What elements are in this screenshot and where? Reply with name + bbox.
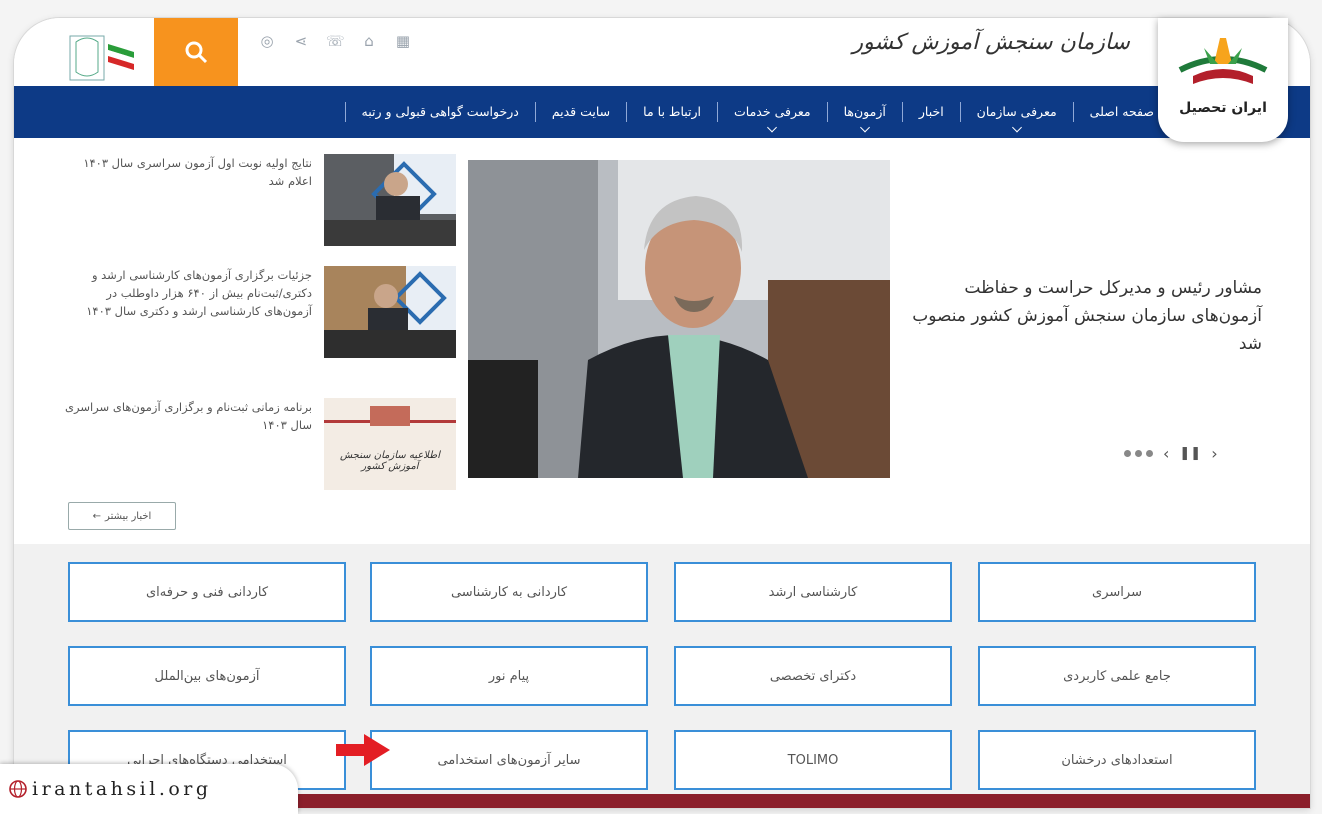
home-icon[interactable]: ⌂ (360, 32, 378, 50)
tile-talented[interactable]: استعدادهای درخشان (978, 730, 1256, 790)
chevron-left-icon[interactable]: ‹ (1163, 444, 1169, 463)
tile-associate-to-bachelor[interactable]: کاردانی به کارشناسی (370, 562, 648, 622)
arrow-left-icon: ← (92, 510, 102, 522)
tile-payame-noor[interactable]: پیام نور (370, 646, 648, 706)
tile-international[interactable]: آزمون‌های بین‌الملل (68, 646, 346, 706)
tile-sarasari[interactable]: سراسری (978, 562, 1256, 622)
phone-icon[interactable]: ☏ (326, 32, 345, 50)
tile-technical-associate[interactable]: کاردانی فنی و حرفه‌ای (68, 562, 346, 622)
hero-headline[interactable]: مشاور رئیس و مدیرکل حراست و حفاظت آزمون‌… (894, 274, 1262, 358)
news-thumb-caption: اطلاعیه سازمان سنجش آموزش کشور (339, 450, 440, 472)
globe-icon (9, 780, 27, 798)
news-item-text[interactable]: جزئیات برگزاری آزمون‌های کارشناسی ارشد و… (64, 266, 312, 320)
tile-phd[interactable]: دکترای تخصصی (674, 646, 952, 706)
pause-icon[interactable]: ❚❚ (1179, 446, 1201, 461)
watermark-text: irantahsil.org (32, 778, 212, 800)
globe-icon[interactable]: ◎ (258, 32, 276, 50)
news-item-text[interactable]: نتایج اولیه نوبت اول آزمون سراسری سال ۱۴… (64, 154, 312, 190)
tile-other-employment[interactable]: سایر آزمون‌های استخدامی (370, 730, 648, 790)
slider-dots[interactable] (1124, 450, 1153, 457)
top-bar: ◎ ⋖ ☏ ⌂ ▦ سازمان سنجش آموزش کشور (14, 18, 1310, 86)
brand-badge: ایران تحصیل (1158, 18, 1288, 142)
news-item[interactable]: برنامه زمانی ثبت‌نام و برگزاری آزمون‌های… (64, 398, 464, 498)
watermark: irantahsil.org (0, 764, 298, 814)
nav-item-about[interactable]: معرفی سازمان (959, 102, 1073, 122)
browser-frame: ◎ ⋖ ☏ ⌂ ▦ سازمان سنجش آموزش کشور صفحه اص… (14, 18, 1310, 808)
news-item[interactable]: جزئیات برگزاری آزمون‌های کارشناسی ارشد و… (64, 266, 464, 366)
hero-image[interactable] (468, 160, 890, 478)
nav-item-old-site[interactable]: سایت قدیم (534, 102, 626, 122)
nav-item-exams[interactable]: آزمون‌ها (826, 102, 902, 122)
sitemap-icon[interactable]: ▦ (394, 32, 412, 50)
tile-masters[interactable]: کارشناسی ارشد (674, 562, 952, 622)
nav-item-home[interactable]: صفحه اصلی (1072, 102, 1170, 122)
brand-logo-icon (1178, 38, 1268, 84)
top-icon-row: ◎ ⋖ ☏ ⌂ ▦ (258, 32, 412, 50)
slider-controls: ‹ ❚❚ › (1124, 444, 1218, 463)
news-item[interactable]: نتایج اولیه نوبت اول آزمون سراسری سال ۱۴… (64, 154, 464, 254)
share-icon[interactable]: ⋖ (292, 32, 310, 50)
tile-applied-science[interactable]: جامع علمی کاربردی (978, 646, 1256, 706)
search-icon (185, 41, 208, 64)
more-news-label: اخبار بیشتر (105, 510, 152, 522)
main-nav: صفحه اصلی معرفی سازمان اخبار آزمون‌ها مع… (14, 86, 1310, 138)
news-thumbnail[interactable]: اطلاعیه سازمان سنجش آموزش کشور (324, 398, 456, 490)
nav-item-certificate[interactable]: درخواست گواهی قبولی و رتبه (344, 102, 535, 122)
news-thumbnail[interactable] (324, 266, 456, 358)
site-title: سازمان سنجش آموزش کشور (852, 30, 1130, 55)
more-news-button[interactable]: ← اخبار بیشتر (68, 502, 176, 530)
nav-item-services[interactable]: معرفی خدمات (717, 102, 827, 122)
news-thumbnail[interactable] (324, 154, 456, 246)
search-button[interactable] (154, 18, 238, 86)
brand-label: ایران تحصیل (1179, 100, 1267, 116)
red-pointer-arrow-icon (336, 734, 390, 766)
news-item-text[interactable]: برنامه زمانی ثبت‌نام و برگزاری آزمون‌های… (64, 398, 312, 434)
nav-item-contact[interactable]: ارتباط با ما (626, 102, 717, 122)
nav-item-news[interactable]: اخبار (901, 102, 960, 122)
ministry-emblem-icon (69, 35, 134, 81)
tile-tolimo[interactable]: TOLIMO (674, 730, 952, 790)
chevron-right-icon[interactable]: › (1211, 444, 1217, 463)
